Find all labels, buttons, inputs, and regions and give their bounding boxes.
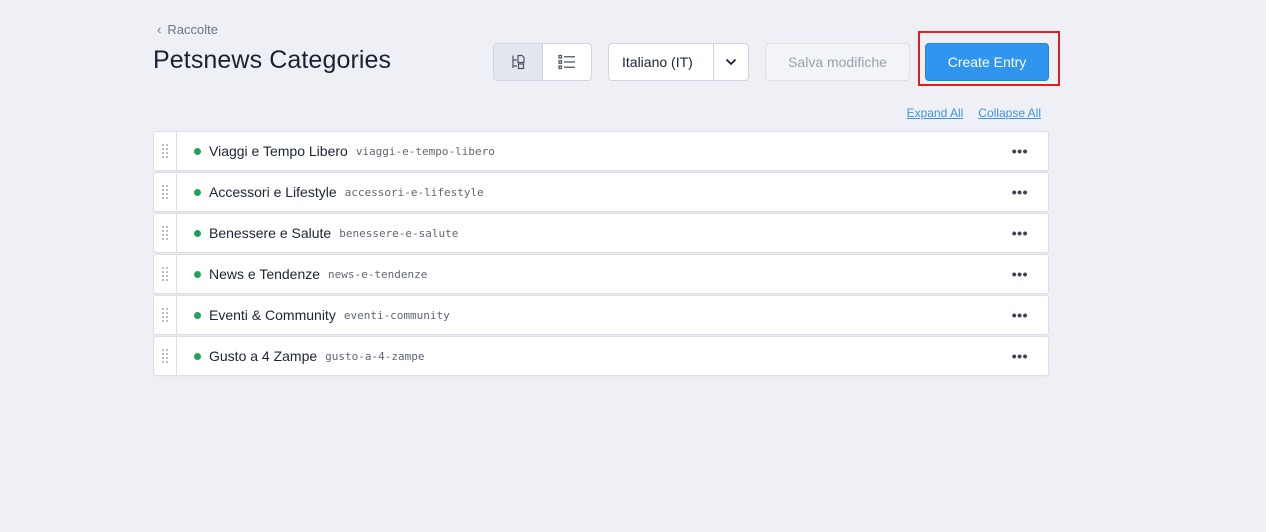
status-dot bbox=[194, 229, 201, 237]
locale-value: Italiano (IT) bbox=[622, 54, 693, 70]
drag-handle-icon[interactable] bbox=[154, 214, 177, 252]
tree-view-icon bbox=[512, 54, 525, 70]
expand-collapse-links: Expand All Collapse All bbox=[907, 106, 1041, 120]
entry-name: Eventi & Community bbox=[209, 307, 336, 323]
list-item[interactable]: Eventi & Community eventi-community ••• bbox=[153, 295, 1049, 335]
more-options-icon[interactable]: ••• bbox=[1012, 225, 1028, 241]
expand-all-link[interactable]: Expand All bbox=[907, 106, 964, 120]
entry-name: Benessere e Salute bbox=[209, 225, 332, 241]
status-dot bbox=[194, 311, 201, 319]
drag-handle-icon[interactable] bbox=[154, 255, 177, 293]
create-entry-button[interactable]: Create Entry bbox=[925, 43, 1049, 81]
entry-name: Accessori e Lifestyle bbox=[209, 184, 337, 200]
drag-handle-icon[interactable] bbox=[154, 132, 177, 170]
entry-slug: gusto-a-4-zampe bbox=[325, 349, 425, 363]
drag-handle-icon[interactable] bbox=[154, 296, 177, 334]
breadcrumb[interactable]: ‹ Raccolte bbox=[157, 22, 218, 37]
more-options-icon[interactable]: ••• bbox=[1012, 184, 1028, 200]
entry-slug: news-e-tendenze bbox=[328, 267, 428, 281]
list-view-button[interactable] bbox=[543, 44, 592, 80]
entry-slug: accessori-e-lifestyle bbox=[344, 185, 484, 199]
entry-name: News e Tendenze bbox=[209, 266, 321, 282]
more-options-icon[interactable]: ••• bbox=[1012, 143, 1028, 159]
drag-handle-icon[interactable] bbox=[154, 173, 177, 211]
drag-handle-icon[interactable] bbox=[154, 337, 177, 375]
entry-name: Gusto a 4 Zampe bbox=[209, 348, 318, 364]
status-dot bbox=[194, 188, 201, 196]
status-dot bbox=[194, 147, 201, 155]
page-title: Petsnews Categories bbox=[153, 46, 392, 74]
entry-name: Viaggi e Tempo Libero bbox=[209, 143, 348, 159]
breadcrumb-label[interactable]: Raccolte bbox=[167, 22, 218, 37]
status-dot bbox=[194, 352, 201, 360]
chevron-left-icon: ‹ bbox=[157, 22, 162, 37]
list-item[interactable]: News e Tendenze news-e-tendenze ••• bbox=[153, 254, 1049, 294]
save-button[interactable]: Salva modifiche bbox=[765, 43, 910, 81]
status-dot bbox=[194, 270, 201, 278]
locale-select[interactable]: Italiano (IT) bbox=[608, 43, 749, 81]
more-options-icon[interactable]: ••• bbox=[1012, 266, 1028, 282]
view-toggle bbox=[493, 43, 592, 81]
list-item[interactable]: Viaggi e Tempo Libero viaggi-e-tempo-lib… bbox=[153, 131, 1049, 171]
entry-slug: benessere-e-salute bbox=[339, 226, 459, 240]
list-view-icon bbox=[558, 54, 575, 70]
more-options-icon[interactable]: ••• bbox=[1012, 307, 1028, 323]
entry-list: Viaggi e Tempo Libero viaggi-e-tempo-lib… bbox=[153, 131, 1049, 377]
list-item[interactable]: Gusto a 4 Zampe gusto-a-4-zampe ••• bbox=[153, 336, 1049, 376]
collapse-all-link[interactable]: Collapse All bbox=[978, 106, 1041, 120]
tree-view-button[interactable] bbox=[494, 44, 543, 80]
entry-slug: viaggi-e-tempo-libero bbox=[355, 144, 495, 158]
chevron-down-icon[interactable] bbox=[713, 44, 748, 80]
entry-slug: eventi-community bbox=[343, 308, 450, 322]
more-options-icon[interactable]: ••• bbox=[1012, 348, 1028, 364]
list-item[interactable]: Accessori e Lifestyle accessori-e-lifest… bbox=[153, 172, 1049, 212]
list-item[interactable]: Benessere e Salute benessere-e-salute ••… bbox=[153, 213, 1049, 253]
